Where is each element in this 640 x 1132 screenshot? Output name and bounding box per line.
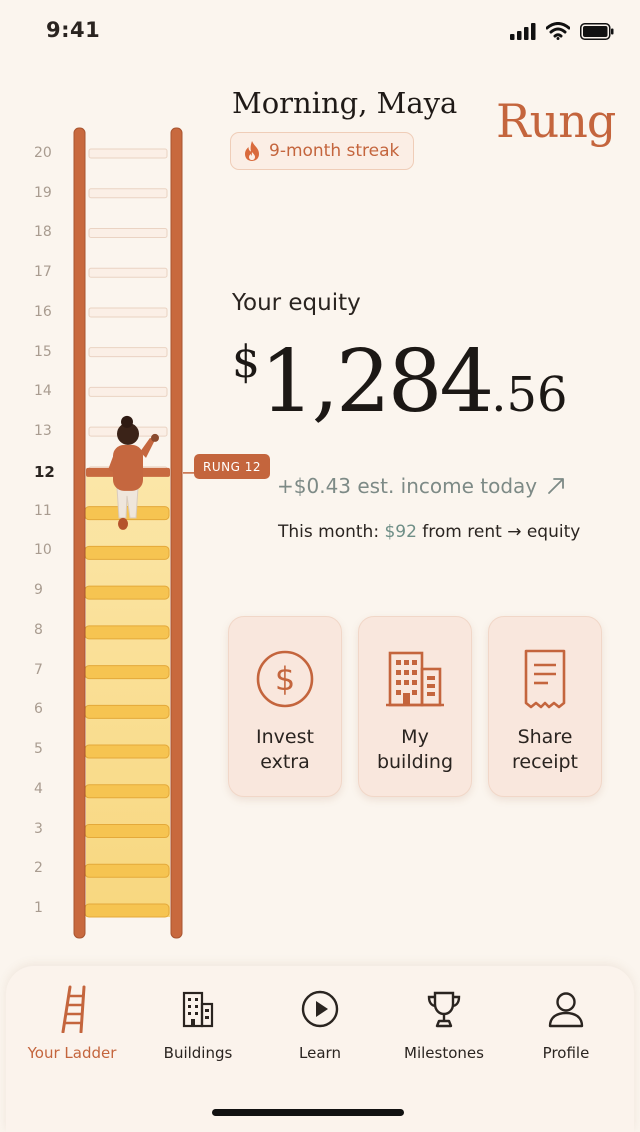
ladder-rung-1 (84, 903, 170, 918)
greeting: Morning, Maya (232, 86, 458, 120)
equity-amount: $1,284.56 (232, 332, 568, 432)
home-indicator (212, 1109, 404, 1116)
ladder-rung-2 (84, 863, 170, 878)
ladder-rung-9 (84, 585, 170, 600)
signal-icon (510, 22, 536, 40)
rung-number-7: 7 (34, 661, 43, 678)
buildings-icon (180, 984, 216, 1034)
wifi-icon (546, 22, 570, 40)
rung-number-column: 20 19 18 17 16 15 14 13 12 11 10 9 8 7 6 5 4 3 2 1 (20, 0, 70, 1132)
equity-cents: .56 (491, 367, 568, 423)
equity-currency: $ (232, 337, 260, 388)
bottom-tab-bar: Your Ladder Buildings Learn Milestones P… (6, 966, 634, 1132)
receipt-icon (522, 647, 568, 711)
rung-number-16: 16 (34, 303, 52, 320)
flame-icon (245, 141, 259, 161)
ladder-rung-16 (88, 307, 168, 318)
profile-icon (546, 984, 586, 1034)
status-icons (510, 22, 614, 40)
equity-label: Your equity (232, 290, 361, 316)
tab-profile-label: Profile (542, 1044, 590, 1062)
month-summary: This month: $92 from rent → equity (278, 522, 580, 542)
month-amount: $92 (384, 522, 417, 542)
rung-number-1: 1 (34, 900, 43, 916)
tab-learn[interactable]: Learn (255, 984, 385, 1062)
rung-number-14: 14 (34, 383, 52, 400)
trophy-icon (424, 984, 464, 1034)
equity-whole: 1,284 (260, 332, 494, 432)
rung-number-18: 18 (34, 224, 52, 241)
ladder-rung-15 (88, 347, 168, 358)
rung-number-11: 11 (34, 502, 52, 519)
quick-actions: $ Invest extra My building Share receipt (228, 616, 602, 797)
trend-up-arrow-icon (548, 478, 565, 494)
ladder-rung-19 (88, 188, 168, 199)
rung-number-10: 10 (34, 542, 52, 559)
tab-your-ladder-label: Your Ladder (27, 1044, 117, 1062)
current-rung-tag: RUNG 12 (194, 454, 270, 479)
rung-number-19: 19 (34, 184, 52, 201)
dollar-coin-icon: $ (255, 647, 315, 711)
streak-badge[interactable]: 9-month streak (230, 132, 415, 170)
tab-milestones[interactable]: Milestones (379, 984, 509, 1062)
streak-label: 9-month streak (269, 141, 400, 161)
ladder-rung-3 (84, 824, 170, 839)
ladder-rung-17 (88, 267, 168, 278)
play-icon (300, 984, 340, 1034)
income-today[interactable]: +$0.43 est. income today (277, 474, 565, 498)
rung-number-4: 4 (34, 780, 43, 797)
rung-number-12: 12 (34, 462, 55, 481)
tab-profile[interactable]: Profile (501, 984, 631, 1062)
my-building-label: My building (376, 726, 454, 773)
ladder-rung-10 (84, 545, 170, 560)
rung-number-13: 13 (34, 423, 52, 440)
battery-icon (580, 22, 614, 40)
tab-your-ladder[interactable]: Your Ladder (7, 984, 137, 1062)
invest-extra-button[interactable]: $ Invest extra (228, 616, 342, 797)
rung-number-5: 5 (34, 741, 43, 758)
rung-number-9: 9 (34, 582, 43, 599)
ladder-rung-5 (84, 744, 170, 759)
rung-number-8: 8 (34, 621, 43, 638)
month-prefix: This month: (278, 522, 385, 542)
rung-number-3: 3 (34, 820, 43, 837)
rung-number-17: 17 (34, 264, 52, 281)
rung-number-15: 15 (34, 343, 52, 360)
tab-learn-label: Learn (299, 1044, 341, 1062)
ladder-rung-20 (88, 148, 168, 159)
income-today-label: +$0.43 est. income today (277, 474, 538, 498)
tab-buildings-label: Buildings (163, 1044, 233, 1062)
share-receipt-button[interactable]: Share receipt (488, 616, 602, 797)
ladder-left-rail (73, 127, 86, 939)
rung-number-2: 2 (34, 860, 43, 877)
ladder-right-rail (170, 127, 183, 939)
ladder-rung-6 (84, 704, 170, 719)
rung-number-20: 20 (34, 145, 52, 161)
rung-logo: Rung (496, 94, 616, 148)
ladder-rung-14 (88, 386, 168, 397)
my-building-button[interactable]: My building (358, 616, 472, 797)
tab-buildings[interactable]: Buildings (133, 984, 263, 1062)
month-suffix: from rent → equity (416, 522, 581, 542)
ladder-rung-7 (84, 665, 170, 680)
ladder-rung-4 (84, 784, 170, 799)
climbed-section (86, 471, 170, 917)
svg-text:$: $ (275, 660, 295, 698)
building-icon (384, 647, 446, 711)
ladder-rung-11 (84, 506, 170, 521)
ladder-rung-18 (88, 227, 168, 238)
tab-milestones-label: Milestones (404, 1044, 484, 1062)
rung-number-6: 6 (34, 701, 43, 718)
ladder-icon (57, 984, 87, 1034)
invest-extra-label: Invest extra (256, 726, 314, 773)
ladder-rung-8 (84, 625, 170, 640)
share-receipt-label: Share receipt (511, 726, 578, 773)
